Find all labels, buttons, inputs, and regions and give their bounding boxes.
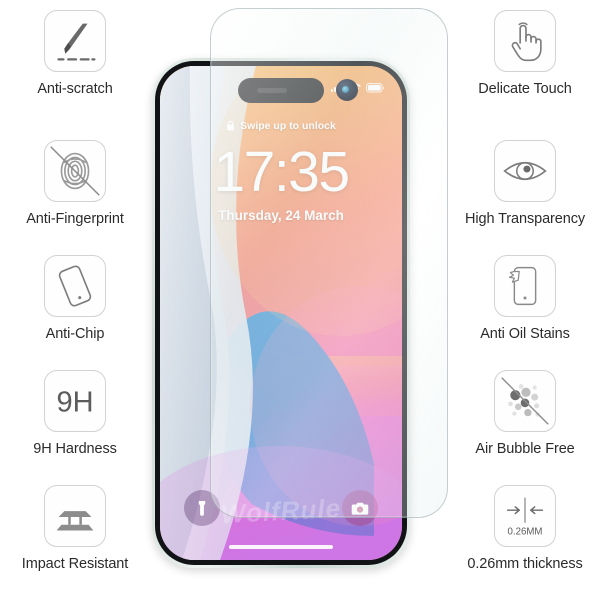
phone-mockup: WolfRule Swipe up to unlock 17:35 Thursd… [152,58,410,568]
phone-oil-splash-icon [494,255,556,317]
nine-h-text: 9H [56,387,93,419]
dynamic-island [238,78,324,103]
lockscreen-date: Thursday, 24 March [218,208,344,223]
lockscreen-time: 17:35 [213,140,350,204]
hand-tap-icon [494,10,556,72]
nine-h-icon: 9H [44,370,106,432]
feature-anti-fingerprint: Anti-Fingerprint [0,140,150,228]
feature-air-bubble-free: Air Bubble Free [450,370,600,458]
feature-thickness: 0.26MM 0.26mm thickness [450,485,600,573]
lockscreen-content: Swipe up to unlock 17:35 Thursday, 24 Ma… [160,118,402,224]
feature-label: Anti-scratch [37,81,113,97]
feature-label: Delicate Touch [478,81,572,97]
battery-icon [366,82,385,92]
feature-label: Air Bubble Free [475,441,575,457]
earpiece-speaker [257,88,287,93]
thickness-measure-text: 0.26MM [508,526,543,537]
feature-label: 0.26mm thickness [467,556,583,572]
flashlight-icon [198,500,206,516]
layered-plates-icon [44,485,106,547]
home-indicator [229,544,333,549]
feature-anti-oil-stains: Anti Oil Stains [450,255,600,343]
feature-label: Anti Oil Stains [480,326,570,342]
feature-label: High Transparency [465,211,585,227]
feature-high-transparency: High Transparency [450,140,600,228]
phone-screen: WolfRule Swipe up to unlock 17:35 Thursd… [160,66,402,560]
phone-tilt-icon [44,255,106,317]
feature-label: 9H Hardness [33,441,117,457]
bubbles-no-icon [494,370,556,432]
feature-column-right: Delicate Touch High Transparency Anti Oi… [450,0,600,600]
feature-label: Impact Resistant [21,556,129,572]
knife-scratch-icon [44,10,106,72]
eye-icon [494,140,556,202]
swipe-hint-text: Swipe up to unlock [240,119,336,132]
camera-button[interactable] [342,490,378,526]
lockscreen-quick-actions [160,490,402,526]
feature-9h-hardness: 9H 9H Hardness [0,370,150,458]
lock-closed-icon [227,120,235,131]
feature-label: Anti-Chip [45,326,105,342]
feature-delicate-touch: Delicate Touch [450,10,600,98]
infographic-canvas: Anti-scratch Anti-Fingerprint Anti-Chip … [0,0,600,600]
front-camera-icon [336,79,358,101]
feature-impact-resistant: Impact Resistant [0,485,150,573]
camera-icon [351,502,369,515]
feature-label: Anti-Fingerprint [26,211,124,227]
feature-anti-chip: Anti-Chip [0,255,150,343]
thickness-caliper-icon: 0.26MM [494,485,556,547]
feature-column-left: Anti-scratch Anti-Fingerprint Anti-Chip … [0,0,150,600]
feature-anti-scratch: Anti-scratch [0,10,150,98]
flashlight-button[interactable] [184,490,220,526]
swipe-hint: Swipe up to unlock [226,120,336,132]
fingerprint-icon [44,140,106,202]
